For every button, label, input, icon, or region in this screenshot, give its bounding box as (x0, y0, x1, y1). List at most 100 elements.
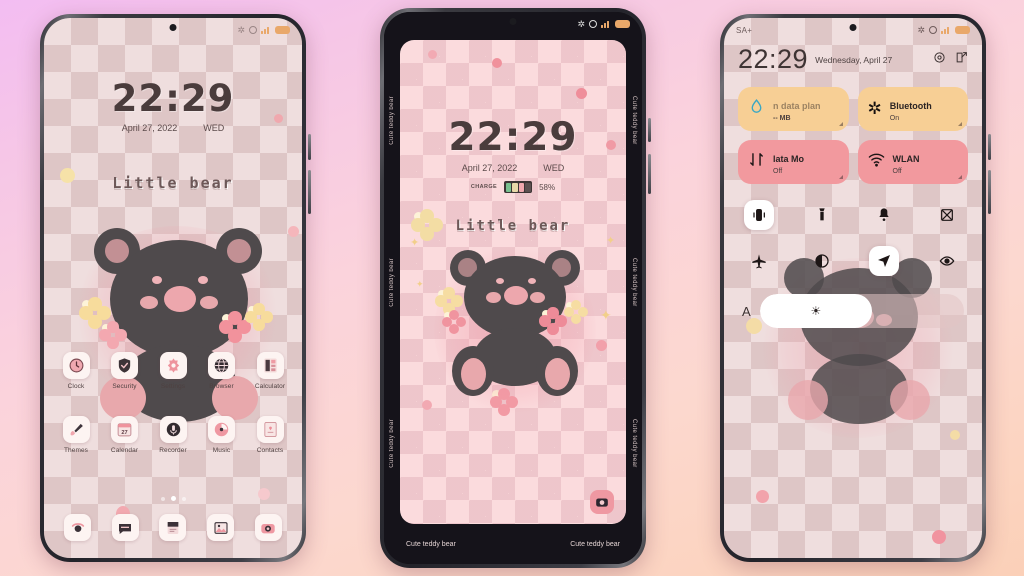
side-label: Cute teddy bear (631, 96, 637, 146)
app-contacts[interactable]: Contacts (248, 416, 292, 454)
calendar-icon: 27 (111, 416, 138, 443)
svg-text:27: 27 (121, 430, 127, 436)
lock-screen: ✲ Cute teddy bear Cute teddy bear Cute t… (384, 12, 642, 564)
tile-sub: Off (892, 168, 902, 175)
shade-header: 22:29 Wednesday, April 27 (738, 44, 968, 75)
app-calendar[interactable]: 27 Calendar (103, 416, 147, 454)
notification-shade: 22:29 Wednesday, April 27 n data plan --… (724, 18, 982, 558)
contacts-icon (256, 416, 284, 443)
lock-wallpaper-frame: ✦ ✦ ✦ ✦ 22:29 April 27, 2022 WED CHARGE (400, 40, 626, 524)
bottom-label-right: Cute teddy bear (570, 540, 620, 548)
bluetooth-icon: ✲ (237, 24, 245, 35)
charge-indicator: CHARGE 58% (400, 181, 626, 193)
gallery-icon[interactable] (207, 514, 235, 541)
shade-date: Wednesday, April 27 (815, 54, 893, 65)
app-label: Settings (160, 383, 186, 390)
app-calculator[interactable]: Calculator (248, 352, 292, 390)
edit-icon[interactable] (955, 51, 968, 69)
microphone-icon (159, 416, 187, 443)
app-settings[interactable]: Settings (151, 352, 195, 390)
app-recorder[interactable]: Recorder (151, 416, 195, 454)
app-label: Recorder (159, 447, 187, 454)
side-rail-left: Cute teddy bear Cute teddy bear Cute ted… (384, 40, 400, 524)
bluetooth-icon: ✲ (577, 18, 585, 29)
quick-settings-tiles: n data plan -- MB ✲ Bluetooth On lata Mo… (738, 87, 968, 184)
location-icon[interactable] (869, 246, 900, 276)
data-drop-icon (748, 98, 765, 120)
notes-icon[interactable] (159, 514, 187, 541)
side-label: Cute teddy bear (631, 257, 637, 307)
home-clock-widget[interactable]: 22:29 April 27, 2022 WED (44, 80, 302, 133)
flashlight-icon[interactable] (807, 200, 837, 230)
app-music[interactable]: Music (200, 416, 244, 454)
app-label: Themes (63, 447, 89, 454)
gear-icon (159, 352, 187, 379)
brush-icon (62, 416, 90, 443)
camera-icon[interactable] (254, 514, 282, 541)
tile-title: Bluetooth (889, 101, 932, 111)
page-indicator[interactable] (44, 488, 302, 506)
side-rail-right: Cute teddy bear Cute teddy bear Cute ted… (626, 40, 642, 524)
app-label: Music (212, 447, 231, 454)
side-label: Cute teddy bear (389, 257, 395, 307)
tile-wlan[interactable]: WLAN Off (857, 140, 968, 184)
side-label: Cute teddy bear (389, 418, 395, 468)
carrier-label: SA+ (736, 25, 753, 35)
brightness-slider[interactable]: ☀ (759, 294, 964, 328)
app-themes[interactable]: Themes (54, 416, 98, 454)
calculator-icon (256, 352, 284, 379)
wifi-icon (868, 151, 885, 173)
lock-bottom-bar: Cute teddy bear Cute teddy bear (384, 524, 642, 564)
messages-icon[interactable] (111, 514, 139, 541)
tile-title: lata Mo (773, 154, 805, 164)
app-clock[interactable]: Clock (54, 352, 98, 390)
dark-mode-icon[interactable] (807, 246, 837, 276)
brightness-control: A ☀ (738, 294, 968, 328)
data-transfer-icon (748, 151, 765, 173)
charge-percent: 58% (539, 182, 556, 192)
vibrate-icon[interactable] (744, 200, 774, 230)
battery-icon (955, 26, 970, 34)
clock-weekday: WED (543, 163, 565, 173)
app-row-2: Themes 27 Calendar Recorder Music Contac… (54, 416, 292, 454)
side-label: Cute teddy bear (389, 96, 395, 146)
clock-icon (62, 352, 90, 379)
app-label: Clock (67, 383, 85, 390)
app-security[interactable]: Security (103, 352, 147, 390)
tile-data-plan[interactable]: n data plan -- MB (738, 87, 849, 131)
airplane-icon[interactable] (744, 246, 774, 276)
charge-label: CHARGE (470, 184, 498, 190)
dock (54, 514, 292, 545)
phone-device-shade: SA+ ✲ 22:29 Wednesday, April 27 n data p… (720, 14, 991, 562)
app-label: Calendar (110, 447, 139, 454)
phone-icon[interactable] (64, 514, 92, 541)
battery-icon (615, 20, 630, 28)
tile-title: WLAN (892, 154, 920, 164)
clock-date: April 27, 2022 (461, 163, 518, 173)
bell-icon[interactable] (869, 200, 899, 230)
bluetooth-icon: ✲ (917, 24, 925, 35)
eye-protection-icon[interactable] (932, 246, 962, 276)
shade-time: 22:29 (738, 44, 809, 74)
clock-date: April 27, 2022 (121, 123, 178, 133)
tile-mobile-data[interactable]: lata Mo Off (738, 140, 849, 184)
toggle-row-2 (738, 246, 968, 276)
screenshot-icon[interactable] (932, 200, 962, 230)
gear-icon[interactable] (933, 51, 946, 69)
app-browser[interactable]: Browser (200, 352, 244, 390)
brightness-auto-label[interactable]: A (742, 304, 751, 319)
phone-device-lock: ✲ Cute teddy bear Cute teddy bear Cute t… (380, 8, 651, 568)
app-row-1: Clock Security Settings Browser Calculat… (54, 352, 292, 390)
alarm-icon (249, 26, 257, 34)
wallpaper-title: Little bear (455, 218, 571, 234)
globe-icon (208, 352, 235, 379)
shield-icon (111, 352, 138, 379)
sun-icon: ☀ (810, 304, 822, 318)
tile-bluetooth[interactable]: ✲ Bluetooth On (857, 87, 968, 131)
notification-shade-screen: SA+ ✲ 22:29 Wednesday, April 27 n data p… (724, 18, 982, 558)
camera-icon[interactable] (590, 490, 614, 514)
side-label: Cute teddy bear (631, 418, 637, 468)
battery-icon (275, 26, 290, 34)
toggle-row-1 (738, 200, 968, 230)
alarm-icon (589, 20, 597, 28)
